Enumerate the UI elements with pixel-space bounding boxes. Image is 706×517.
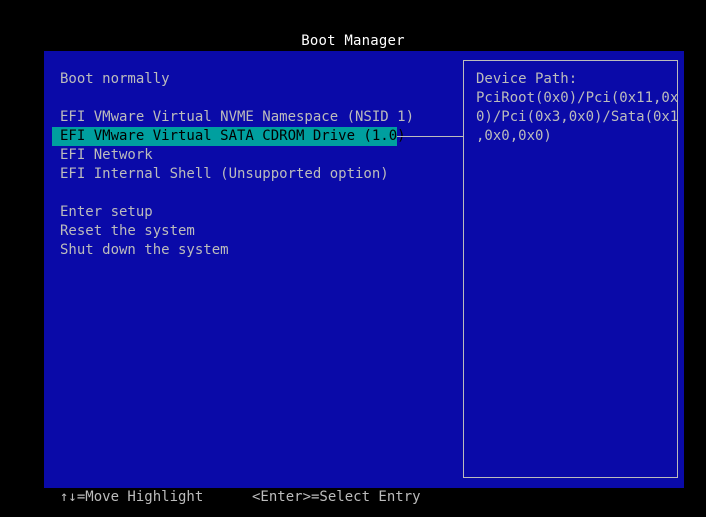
menu-item-sata-cdrom[interactable]: EFI VMware Virtual SATA CDROM Drive (1.0… bbox=[52, 127, 406, 146]
menu-item-reset-system[interactable]: Reset the system bbox=[52, 222, 464, 241]
menu-spacer bbox=[52, 184, 464, 203]
menu-item-nvme-namespace[interactable]: EFI VMware Virtual NVME Namespace (NSID … bbox=[52, 108, 464, 127]
device-path-box: Device Path: PciRoot(0x0)/Pci(0x11,0x 0)… bbox=[463, 60, 678, 478]
device-path-heading: Device Path: bbox=[476, 71, 578, 87]
select-entry-hint: <Enter>=Select Entry bbox=[252, 489, 421, 505]
key-hints-bar: ↑↓=Move Highlight <Enter>=Select Entry bbox=[0, 488, 706, 507]
selection-connector-line bbox=[397, 136, 463, 137]
menu-item-internal-shell[interactable]: EFI Internal Shell (Unsupported option) bbox=[52, 165, 464, 184]
boot-menu: Boot normally EFI VMware Virtual NVME Na… bbox=[52, 70, 464, 260]
device-path-line: PciRoot(0x0)/Pci(0x11,0x bbox=[476, 90, 679, 106]
device-path-line: ,0x0,0x0) bbox=[476, 128, 552, 144]
page-title: Boot Manager bbox=[301, 33, 405, 49]
device-path-text: Device Path: PciRoot(0x0)/Pci(0x11,0x 0)… bbox=[476, 70, 679, 146]
menu-item-enter-setup[interactable]: Enter setup bbox=[52, 203, 464, 222]
device-path-line: 0)/Pci(0x3,0x0)/Sata(0x1 bbox=[476, 109, 679, 125]
menu-item-shut-down[interactable]: Shut down the system bbox=[52, 241, 464, 260]
menu-item-boot-normally[interactable]: Boot normally bbox=[52, 70, 464, 89]
boot-manager-panel: Boot normally EFI VMware Virtual NVME Na… bbox=[44, 51, 684, 488]
menu-spacer bbox=[52, 89, 464, 108]
move-highlight-hint: ↑↓=Move Highlight bbox=[60, 489, 204, 505]
menu-item-efi-network[interactable]: EFI Network bbox=[52, 146, 464, 165]
